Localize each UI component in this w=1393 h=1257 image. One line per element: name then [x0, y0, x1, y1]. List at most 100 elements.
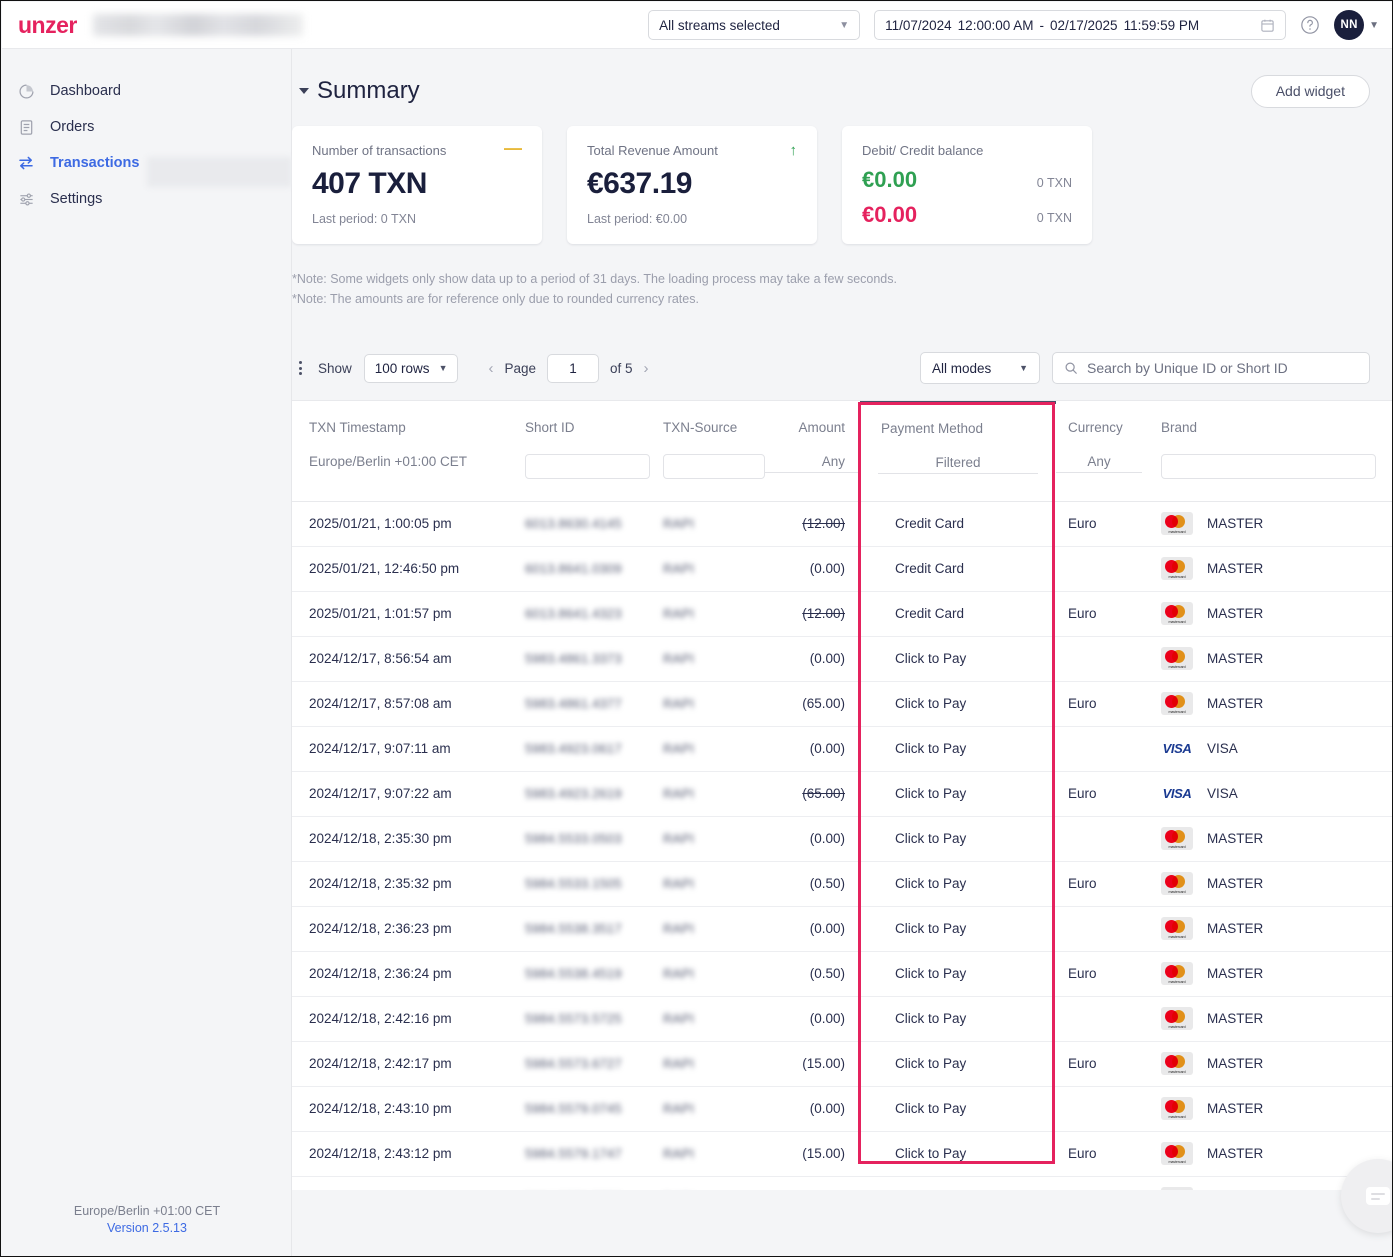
column-header-short-id[interactable]: Short ID: [525, 402, 663, 501]
column-title: Currency: [1068, 419, 1123, 435]
balance-amount: €0.00: [862, 167, 918, 192]
table-row[interactable]: 2024/12/18, 2:43:17 pm5984.5579.7755RAPI…: [292, 1176, 1392, 1190]
cell-amount: (0.50): [763, 861, 860, 907]
column-header-amount[interactable]: Amount Any: [763, 402, 860, 501]
cell-txn-timestamp: 2024/12/17, 8:57:08 am: [292, 681, 525, 727]
table-row[interactable]: 2024/12/17, 8:56:54 am 5983.4861.3373 RAPI…: [292, 636, 1392, 682]
column-header-payment-method[interactable]: Payment Method Filtered: [860, 401, 1056, 501]
column-timezone-note: Europe/Berlin +01:00 CET: [309, 453, 467, 469]
table-row[interactable]: 2024/12/17, 8:57:08 am 5983.4861.4377 RAPI…: [292, 681, 1392, 727]
card-header: Debit/ Credit balance: [862, 143, 1072, 158]
cell-txn-timestamp: 2024/12/18, 2:35:32 pm: [292, 861, 525, 907]
cell-currency: Euro: [1056, 501, 1156, 547]
column-header-txn-source[interactable]: TXN-Source: [663, 402, 765, 501]
filter-currency[interactable]: Any: [1056, 454, 1142, 473]
cell-txn-source: RAPI: [663, 726, 763, 772]
filter-amount[interactable]: Any: [763, 454, 860, 473]
cell-payment-method: Credit Card: [860, 591, 1056, 637]
cell-txn-timestamp: 2024/12/18, 2:36:24 pm: [292, 951, 525, 997]
table-row[interactable]: 2024/12/18, 2:35:30 pm 5984.5533.0503 RAPI…: [292, 816, 1392, 862]
calendar-icon[interactable]: [1260, 18, 1275, 33]
chevron-right-icon[interactable]: ›: [644, 360, 649, 377]
cell-short-id: 5984.5573.5725: [525, 996, 663, 1042]
table-row[interactable]: 2024/12/18, 2:36:23 pm 5984.5538.3517 RAPI…: [292, 906, 1392, 952]
column-header-txn-timestamp[interactable]: TXN Timestamp Europe/Berlin +01:00 CET: [292, 402, 525, 501]
balance-amount: €0.00: [862, 202, 918, 227]
cell-txn-timestamp: 2025/01/21, 12:46:50 pm: [292, 546, 525, 592]
card-header: Number of transactions —: [312, 139, 522, 158]
cell-currency: [1056, 546, 1156, 592]
cell-currency: Euro: [1056, 591, 1156, 637]
sidebar-item-orders[interactable]: Orders: [2, 109, 291, 145]
table-row[interactable]: 2024/12/17, 9:07:11 am 5983.4923.0617 RAPI…: [292, 726, 1392, 772]
cell-currency: [1056, 726, 1156, 772]
cell-brand: mastercard MASTER: [1156, 996, 1392, 1042]
filter-payment-method[interactable]: Filtered: [878, 455, 1038, 474]
cell-short-id: 5983.4923.0617: [525, 726, 663, 772]
filter-txn-source-input[interactable]: [663, 453, 765, 479]
brand-name: VISA: [1207, 741, 1238, 756]
cell-txn-timestamp: 2024/12/18, 2:43:10 pm: [292, 1086, 525, 1132]
table-row[interactable]: 2024/12/17, 9:07:22 am 5983.4923.2619 RAPI…: [292, 771, 1392, 817]
cell-currency: Euro: [1056, 681, 1156, 727]
table-row[interactable]: 2024/12/18, 2:42:16 pm 5984.5573.5725 RAPI…: [292, 996, 1392, 1042]
table-row[interactable]: 2025/01/21, 12:46:50 pm 6013.8641.0309 RAP…: [292, 546, 1392, 592]
search-box[interactable]: [1052, 352, 1370, 384]
cell-short-id: 5984.5538.3517: [525, 906, 663, 952]
cell-txn-timestamp: 2024/12/18, 2:35:30 pm: [292, 816, 525, 862]
cell-amount: (0.00): [763, 906, 860, 952]
table-row[interactable]: 2025/01/21, 1:01:57 pm 6013.8641.4323 RAPI…: [292, 591, 1392, 637]
column-header-currency[interactable]: Currency Any: [1056, 402, 1156, 501]
modes-select[interactable]: All modes ▼: [920, 352, 1040, 384]
page-header: Summary Add widget: [292, 49, 1392, 111]
unzer-logo[interactable]: unzer: [18, 13, 77, 37]
card-subtext: Last period: €0.00: [587, 212, 688, 226]
chat-bubble-icon: [1366, 1187, 1390, 1205]
footer-version-link[interactable]: Version 2.5.13: [2, 1221, 292, 1235]
note-line: *Note: Some widgets only show data up to…: [292, 272, 897, 286]
table-row[interactable]: 2024/12/18, 2:36:24 pm 5984.5538.4519 RAPI…: [292, 951, 1392, 997]
top-bar: unzer All streams selected ▼ 11/07/2024 …: [2, 2, 1392, 49]
table-row[interactable]: 2024/12/18, 2:43:10 pm 5984.5579.0745 RAPI…: [292, 1086, 1392, 1132]
date-separator: -: [1039, 17, 1044, 33]
brand-name: MASTER: [1207, 561, 1264, 576]
mastercard-logo: mastercard: [1161, 512, 1193, 535]
kebab-menu-icon[interactable]: [292, 361, 308, 375]
column-header-brand[interactable]: Brand: [1156, 402, 1392, 501]
sidebar-footer: Europe/Berlin +01:00 CET Version 2.5.13: [2, 1204, 292, 1235]
brand-name: MASTER: [1207, 1056, 1264, 1071]
mastercard-logo: mastercard: [1161, 692, 1193, 715]
cell-payment-method: Click to Pay: [860, 906, 1056, 952]
card-label: Total Revenue Amount: [587, 143, 718, 158]
user-menu[interactable]: NN ▼: [1334, 10, 1379, 40]
rows-per-page-select[interactable]: 100 rows ▼: [363, 353, 459, 383]
cell-txn-timestamp: 2024/12/17, 9:07:11 am: [292, 726, 525, 772]
cell-brand: VISA VISA: [1156, 771, 1392, 817]
help-circle-icon[interactable]: [1300, 15, 1320, 35]
cell-amount: (0.00): [763, 816, 860, 862]
sidebar-item-dashboard[interactable]: Dashboard: [2, 73, 291, 109]
time-to: 11:59:59 PM: [1123, 17, 1200, 33]
cell-payment-method: Click to Pay: [860, 816, 1056, 862]
mastercard-logo: mastercard: [1161, 962, 1193, 985]
cell-payment-method: Click to Pay: [860, 996, 1056, 1042]
page-number-input[interactable]: [547, 353, 600, 383]
table-row[interactable]: 2025/01/21, 1:00:05 pm 6013.8630.4145 RAPI…: [292, 501, 1392, 547]
table-row[interactable]: 2024/12/18, 2:43:12 pm 5984.5579.1747 RAPI…: [292, 1131, 1392, 1177]
chevron-left-icon[interactable]: ‹: [488, 360, 493, 377]
caret-down-icon[interactable]: [299, 88, 309, 94]
cell-txn-source: RAPI: [663, 636, 763, 682]
table-row[interactable]: 2024/12/18, 2:42:17 pm 5984.5573.6727 RAPI…: [292, 1041, 1392, 1087]
filter-brand-input[interactable]: [1161, 453, 1376, 479]
cell-txn-source: RAPI: [663, 1041, 763, 1087]
table-row[interactable]: 2024/12/18, 2:35:32 pm 5984.5533.1505 RAPI…: [292, 861, 1392, 907]
cell-brand: mastercard MASTER: [1156, 951, 1392, 997]
stream-selector[interactable]: All streams selected ▼: [648, 10, 861, 40]
add-widget-button[interactable]: Add widget: [1250, 74, 1370, 108]
visa-logo: VISA: [1162, 741, 1192, 756]
cell-txn-timestamp: 2024/12/17, 8:56:54 am: [292, 636, 525, 682]
filter-short-id-input[interactable]: [525, 453, 650, 479]
date-range-picker[interactable]: 11/07/2024 12:00:00 AM - 02/17/2025 11:5…: [874, 10, 1287, 40]
search-input[interactable]: [1087, 360, 1358, 376]
cell-brand: mastercard MASTER: [1156, 636, 1392, 682]
